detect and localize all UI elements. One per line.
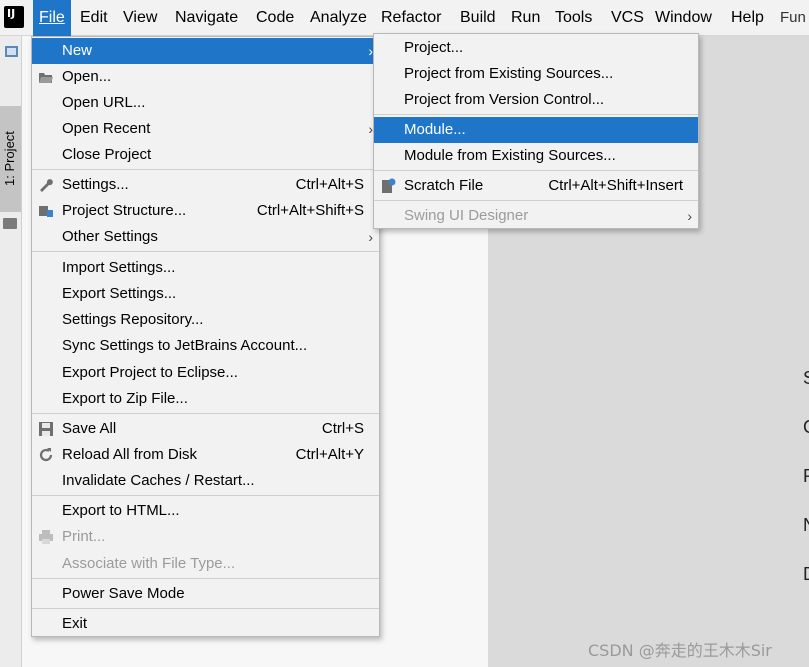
printer-icon — [39, 530, 53, 544]
menu-separator — [374, 200, 698, 201]
menu-separator — [374, 114, 698, 115]
menu-item-open[interactable]: Open... — [32, 64, 379, 90]
menu-item-invalidate-caches[interactable]: Invalidate Caches / Restart... — [32, 468, 379, 494]
menu-bar: IJ File Edit View Navigate Code Analyze … — [0, 0, 809, 36]
window-icon[interactable] — [5, 46, 18, 57]
menu-vcs[interactable]: VCS — [605, 0, 650, 36]
menu-item-module[interactable]: Module... — [374, 117, 698, 143]
menu-item-other-settings[interactable]: Other Settings › — [32, 224, 379, 250]
menu-separator — [32, 251, 379, 252]
menu-item-print[interactable]: Print... — [32, 524, 379, 550]
menu-separator — [32, 413, 379, 414]
watermark: CSDN @奔走的王木木Sir — [588, 641, 772, 660]
menu-tools[interactable]: Tools — [549, 0, 598, 36]
menu-item-import-settings[interactable]: Import Settings... — [32, 255, 379, 281]
menu-item-settings[interactable]: Settings... Ctrl+Alt+S — [32, 172, 379, 198]
project-tab-label: 1: Project — [2, 131, 17, 186]
menu-item-save-all[interactable]: Save All Ctrl+S — [32, 416, 379, 442]
menu-item-sync-settings[interactable]: Sync Settings to JetBrains Account... — [32, 333, 379, 359]
menu-item-project[interactable]: Project... — [374, 35, 698, 61]
refresh-icon — [39, 448, 53, 462]
menu-separator — [32, 578, 379, 579]
menu-separator — [32, 608, 379, 609]
editor-letter: R — [803, 466, 809, 487]
chevron-right-icon: › — [687, 208, 692, 224]
menu-help[interactable]: Help — [725, 0, 770, 36]
menu-item-project-structure[interactable]: Project Structure... Ctrl+Alt+Shift+S — [32, 198, 379, 224]
menu-file[interactable]: File — [33, 0, 71, 36]
menu-item-new[interactable]: New › — [32, 38, 379, 64]
menu-window[interactable]: Window — [649, 0, 718, 36]
menu-truncated[interactable]: Fun — [780, 0, 806, 36]
menu-item-module-existing[interactable]: Module from Existing Sources... — [374, 143, 698, 169]
menu-item-export-settings[interactable]: Export Settings... — [32, 281, 379, 307]
menu-item-export-html[interactable]: Export to HTML... — [32, 498, 379, 524]
folder-open-icon — [39, 73, 53, 83]
menu-item-project-vcs[interactable]: Project from Version Control... — [374, 87, 698, 113]
save-icon — [39, 422, 53, 436]
project-structure-icon — [39, 206, 53, 217]
editor-letter: S — [803, 368, 809, 389]
menu-item-settings-repository[interactable]: Settings Repository... — [32, 307, 379, 333]
menu-item-export-eclipse[interactable]: Export Project to Eclipse... — [32, 360, 379, 386]
menu-item-exit[interactable]: Exit — [32, 611, 379, 637]
tool-window-strip: 1: Project — [0, 36, 22, 667]
menu-separator — [374, 170, 698, 171]
menu-view[interactable]: View — [117, 0, 163, 36]
menu-item-open-recent[interactable]: Open Recent › — [32, 116, 379, 142]
menu-separator — [32, 495, 379, 496]
menu-separator — [32, 169, 379, 170]
menu-item-close-project[interactable]: Close Project — [32, 142, 379, 168]
menu-item-export-zip[interactable]: Export to Zip File... — [32, 386, 379, 412]
menu-item-project-existing[interactable]: Project from Existing Sources... — [374, 61, 698, 87]
menu-navigate[interactable]: Navigate — [169, 0, 244, 36]
menu-edit[interactable]: Edit — [74, 0, 114, 36]
folder-icon — [3, 218, 17, 229]
editor-letter: N — [803, 515, 809, 536]
menu-code[interactable]: Code — [250, 0, 300, 36]
menu-item-open-url[interactable]: Open URL... — [32, 90, 379, 116]
menu-item-reload-all[interactable]: Reload All from Disk Ctrl+Alt+Y — [32, 442, 379, 468]
menu-build[interactable]: Build — [454, 0, 502, 36]
menu-analyze[interactable]: Analyze — [304, 0, 373, 36]
menu-item-associate[interactable]: Associate with File Type... — [32, 551, 379, 577]
wrench-icon — [40, 179, 53, 192]
intellij-logo-icon: IJ — [2, 4, 26, 30]
menu-item-scratch-file[interactable]: Scratch File Ctrl+Alt+Shift+Insert — [374, 173, 698, 199]
menu-refactor[interactable]: Refactor — [375, 0, 447, 36]
menu-run[interactable]: Run — [505, 0, 546, 36]
editor-letter: D — [803, 564, 809, 585]
editor-letter: G — [803, 417, 809, 438]
file-menu: New › Open... Open URL... Open Recent › … — [31, 36, 380, 637]
menu-item-power-save[interactable]: Power Save Mode — [32, 581, 379, 607]
project-tool-tab[interactable]: 1: Project — [0, 106, 21, 229]
new-submenu: Project... Project from Existing Sources… — [373, 33, 699, 229]
scratch-file-icon — [382, 178, 396, 193]
menu-item-swing-designer[interactable]: Swing UI Designer › — [374, 203, 698, 229]
